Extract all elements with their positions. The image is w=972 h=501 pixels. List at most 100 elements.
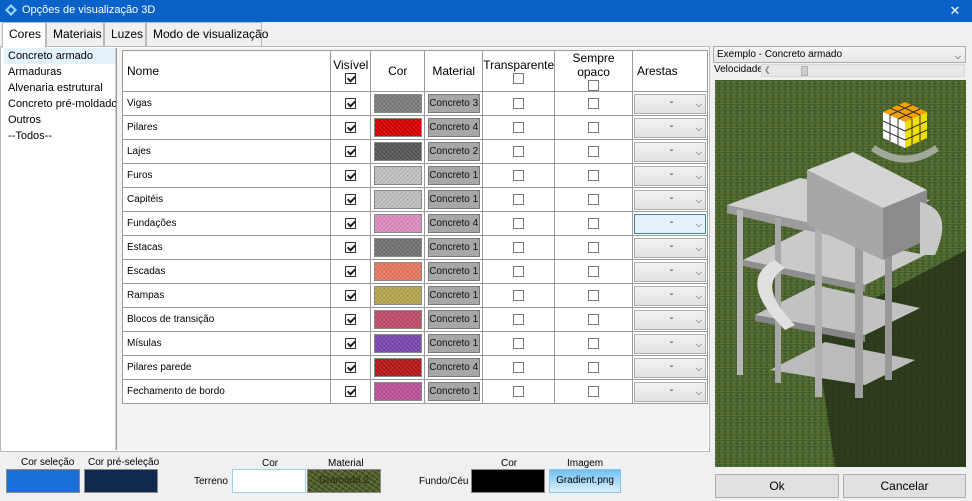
close-icon[interactable]: ✕ — [938, 0, 972, 22]
edges-combo[interactable]: - ⌵ — [633, 141, 706, 162]
opaque-checkbox[interactable] — [588, 97, 600, 109]
tab-cores[interactable]: Cores — [2, 22, 46, 48]
category-item[interactable]: Outros — [4, 112, 115, 128]
opaque-checkbox[interactable] — [588, 289, 600, 301]
transparent-checkbox[interactable] — [513, 217, 525, 229]
color-swatch[interactable] — [373, 142, 422, 161]
edges-combo[interactable]: - ⌵ — [633, 165, 706, 186]
visible-checkbox[interactable] — [345, 121, 357, 133]
opaque-checkbox[interactable] — [588, 217, 600, 229]
category-item[interactable]: Concreto pré-moldado — [4, 96, 117, 112]
edges-combo[interactable]: - ⌵ — [633, 381, 706, 402]
color-swatch[interactable] — [373, 190, 422, 209]
terrain-color-swatch[interactable] — [232, 469, 306, 493]
material-button[interactable]: Concreto 1 — [427, 190, 480, 209]
slider-left-arrow-icon[interactable]: ❮ — [764, 65, 771, 74]
visible-checkbox[interactable] — [345, 337, 357, 349]
transparent-checkbox[interactable] — [513, 145, 525, 157]
opaque-checkbox[interactable] — [588, 145, 600, 157]
transparent-checkbox[interactable] — [513, 361, 525, 373]
visible-checkbox[interactable] — [345, 385, 357, 397]
color-swatch[interactable] — [373, 286, 422, 305]
speed-slider-thumb[interactable] — [801, 66, 808, 76]
visible-checkbox[interactable] — [345, 217, 357, 229]
transparent-all-checkbox[interactable] — [513, 73, 525, 84]
tab-materiais[interactable]: Materiais — [46, 22, 104, 46]
opaque-checkbox[interactable] — [588, 241, 600, 253]
color-swatch[interactable] — [373, 382, 422, 401]
ok-button[interactable]: Ok — [715, 474, 839, 498]
visible-checkbox[interactable] — [345, 193, 357, 205]
transparent-checkbox[interactable] — [513, 337, 525, 349]
color-swatch[interactable] — [373, 214, 422, 233]
edges-combo[interactable]: - ⌵ — [633, 189, 706, 210]
speed-slider[interactable]: ❮ — [761, 64, 965, 77]
opaque-checkbox[interactable] — [588, 265, 600, 277]
material-button[interactable]: Concreto 4 — [427, 214, 480, 233]
material-button[interactable]: Concreto 1 — [427, 286, 480, 305]
color-swatch[interactable] — [373, 166, 422, 185]
color-swatch[interactable] — [373, 310, 422, 329]
transparent-checkbox[interactable] — [513, 169, 525, 181]
category-item[interactable]: --Todos-- — [4, 128, 115, 144]
opaque-checkbox[interactable] — [588, 313, 600, 325]
material-button[interactable]: Concreto 1 — [427, 262, 480, 281]
transparent-checkbox[interactable] — [513, 241, 525, 253]
visible-checkbox[interactable] — [345, 361, 357, 373]
3d-preview-viewport[interactable] — [715, 80, 966, 467]
material-button[interactable]: Concreto 1 — [427, 310, 480, 329]
material-button[interactable]: Concreto 1 — [427, 334, 480, 353]
color-swatch[interactable] — [373, 262, 422, 281]
visible-checkbox[interactable] — [345, 289, 357, 301]
transparent-checkbox[interactable] — [513, 265, 525, 277]
material-button[interactable]: Concreto 4 — [427, 118, 480, 137]
opaque-checkbox[interactable] — [588, 193, 600, 205]
material-button[interactable]: Concreto 4 — [427, 358, 480, 377]
visible-checkbox[interactable] — [345, 97, 357, 109]
category-item[interactable]: Concreto armado — [4, 48, 115, 64]
opaque-checkbox[interactable] — [588, 337, 600, 349]
visible-checkbox[interactable] — [345, 313, 357, 325]
visible-checkbox[interactable] — [345, 241, 357, 253]
edges-combo[interactable]: - ⌵ — [633, 357, 706, 378]
material-button[interactable]: Concreto 1 — [427, 382, 480, 401]
background-color-swatch[interactable] — [471, 469, 545, 493]
preselection-color-swatch[interactable] — [84, 469, 158, 493]
material-button[interactable]: Concreto 3 — [427, 94, 480, 113]
visible-checkbox[interactable] — [345, 169, 357, 181]
material-button[interactable]: Concreto 2 — [427, 142, 480, 161]
opaque-checkbox[interactable] — [588, 169, 600, 181]
example-select[interactable]: Exemplo - Concreto armado ⌵ — [713, 46, 966, 63]
color-swatch[interactable] — [373, 334, 422, 353]
background-image-swatch[interactable]: Gradient.png — [549, 469, 621, 493]
opaque-checkbox[interactable] — [588, 361, 600, 373]
opaque-checkbox[interactable] — [588, 121, 600, 133]
transparent-checkbox[interactable] — [513, 385, 525, 397]
category-item[interactable]: Alvenaria estrutural — [4, 80, 115, 96]
material-button[interactable]: Concreto 1 — [427, 166, 480, 185]
visible-all-checkbox[interactable] — [345, 73, 357, 84]
cancel-button[interactable]: Cancelar — [843, 474, 966, 498]
transparent-checkbox[interactable] — [513, 121, 525, 133]
transparent-checkbox[interactable] — [513, 193, 525, 205]
tab-luzes[interactable]: Luzes — [104, 22, 146, 46]
opaque-checkbox[interactable] — [588, 385, 600, 397]
edges-combo[interactable]: - ⌵ — [633, 237, 706, 258]
selection-color-swatch[interactable] — [6, 469, 80, 493]
material-button[interactable]: Concreto 1 — [427, 238, 480, 257]
terrain-material-swatch[interactable]: Gramado 2 — [307, 469, 381, 493]
edges-combo[interactable]: - ⌵ — [633, 285, 706, 306]
transparent-checkbox[interactable] — [513, 313, 525, 325]
color-swatch[interactable] — [373, 358, 422, 377]
visible-checkbox[interactable] — [345, 145, 357, 157]
visible-checkbox[interactable] — [345, 265, 357, 277]
transparent-checkbox[interactable] — [513, 289, 525, 301]
edges-combo[interactable]: - ⌵ — [633, 261, 706, 282]
edges-combo[interactable]: - ⌵ — [633, 213, 706, 234]
color-swatch[interactable] — [373, 94, 422, 113]
edges-combo[interactable]: - ⌵ — [633, 93, 706, 114]
edges-combo[interactable]: - ⌵ — [633, 309, 706, 330]
edges-combo[interactable]: - ⌵ — [633, 333, 706, 354]
tab-modo-visualizacao[interactable]: Modo de visualização — [146, 22, 268, 46]
transparent-checkbox[interactable] — [513, 97, 525, 109]
